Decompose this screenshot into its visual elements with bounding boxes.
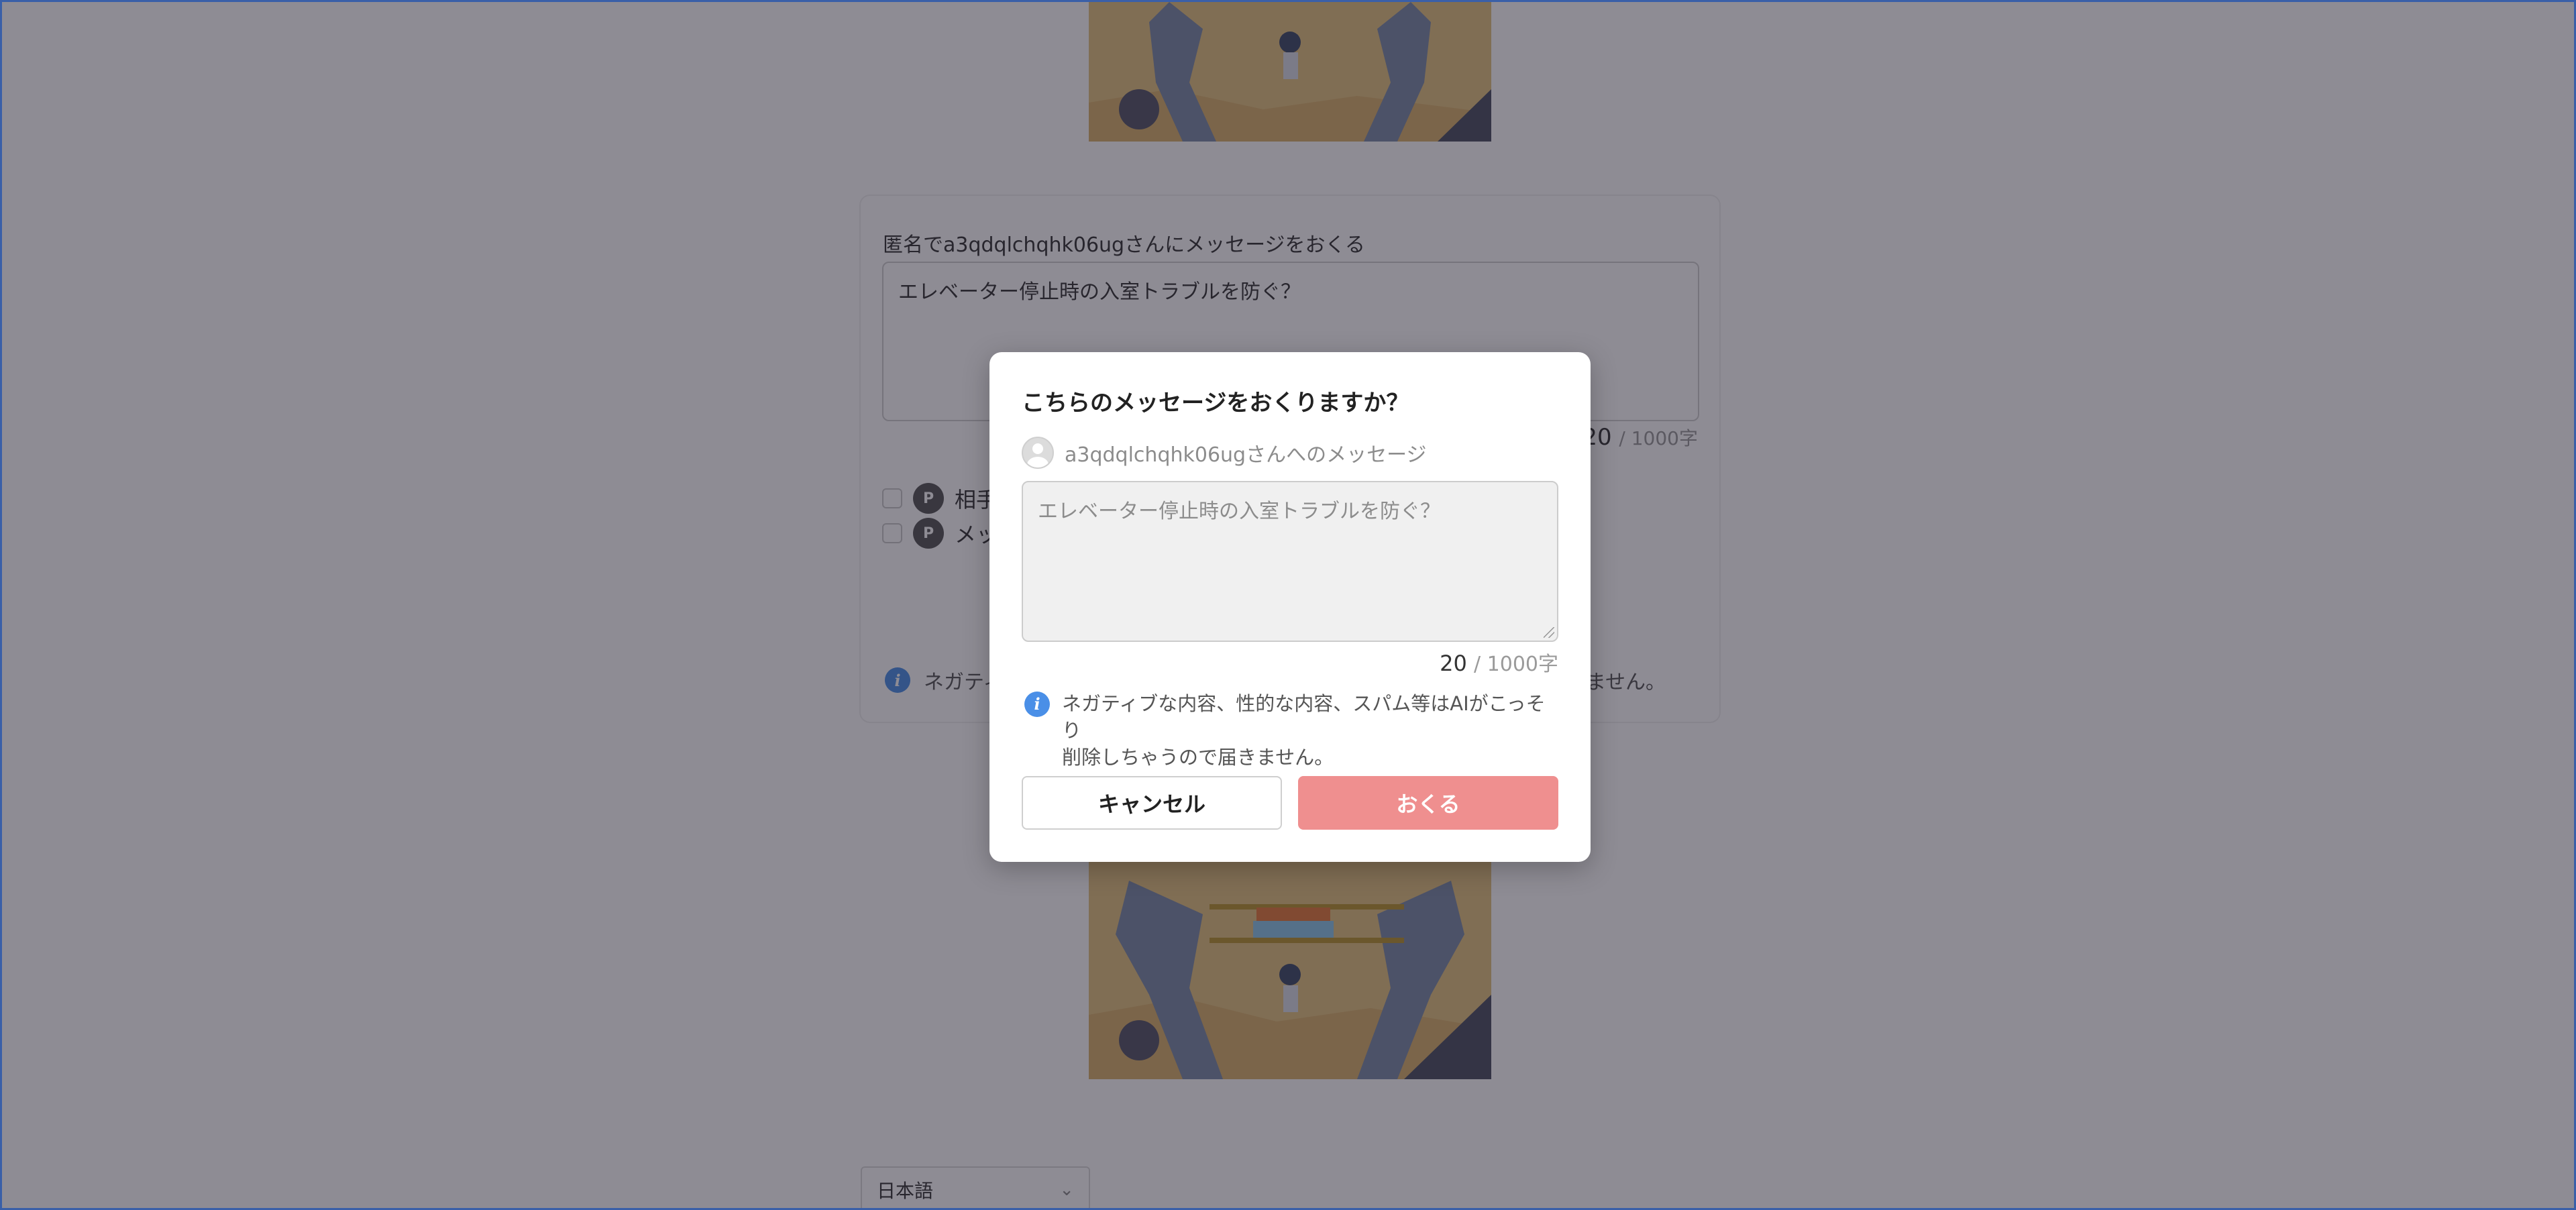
message-preview: エレベーター停止時の入室トラブルを防ぐ？ — [1022, 481, 1558, 642]
info-icon: i — [1024, 692, 1050, 717]
confirm-send-dialog: こちらのメッセージをおくりますか？ a3qdqlchqhk06ugさんへのメッセ… — [989, 352, 1591, 862]
moderation-notice: i ネガティブな内容、性的な内容、スパム等はAIがこっそり 削除しちゃうので届き… — [1024, 690, 1558, 771]
recipient-row: a3qdqlchqhk06ugさんへのメッセージ — [1022, 437, 1427, 469]
preview-char-max: / 1000字 — [1474, 653, 1558, 676]
dialog-title: こちらのメッセージをおくりますか？ — [1022, 390, 1409, 417]
notice-line-2: 削除しちゃうので届きません。 — [1062, 746, 1334, 769]
resize-handle-icon — [1544, 627, 1554, 638]
preview-char-count: 20 — [1440, 651, 1467, 676]
message-preview-text: エレベーター停止時の入室トラブルを防ぐ？ — [1038, 500, 1440, 523]
recipient-label: a3qdqlchqhk06ugさんへのメッセージ — [1065, 443, 1427, 467]
preview-char-counter: 20 / 1000字 — [1440, 647, 1558, 677]
notice-line-1: ネガティブな内容、性的な内容、スパム等はAIがこっそり — [1062, 692, 1546, 742]
page: 匿名でa3qdqlchqhk06ugさんにメッセージをおくる エレベーター停止時… — [0, 0, 2576, 1210]
avatar-icon — [1022, 437, 1054, 469]
moderation-notice-text: ネガティブな内容、性的な内容、スパム等はAIがこっそり 削除しちゃうので届きませ… — [1062, 690, 1558, 771]
send-button[interactable]: おくる — [1298, 776, 1558, 830]
cancel-button[interactable]: キャンセル — [1022, 776, 1282, 830]
